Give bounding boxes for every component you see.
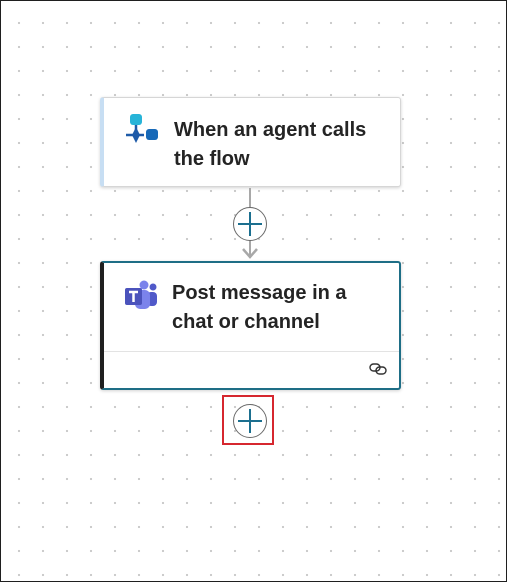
insert-step-button[interactable]	[233, 207, 267, 241]
trigger-card[interactable]: When an agent calls the flow	[100, 97, 401, 187]
plus-icon	[238, 212, 262, 236]
plus-icon	[238, 409, 262, 433]
connection-link-icon[interactable]	[369, 362, 387, 376]
action-card[interactable]: Post message in a chat or channel	[100, 261, 401, 390]
card-footer	[104, 351, 399, 388]
flow-canvas: When an agent calls the flow Post messag…	[0, 0, 507, 582]
action-title: Post message in a chat or channel	[172, 282, 347, 333]
arrow-down-icon	[242, 248, 258, 259]
new-step-button[interactable]	[233, 404, 267, 438]
teams-icon	[125, 280, 157, 309]
trigger-title: When an agent calls the flow	[174, 119, 367, 170]
agent-trigger-icon	[126, 114, 158, 143]
